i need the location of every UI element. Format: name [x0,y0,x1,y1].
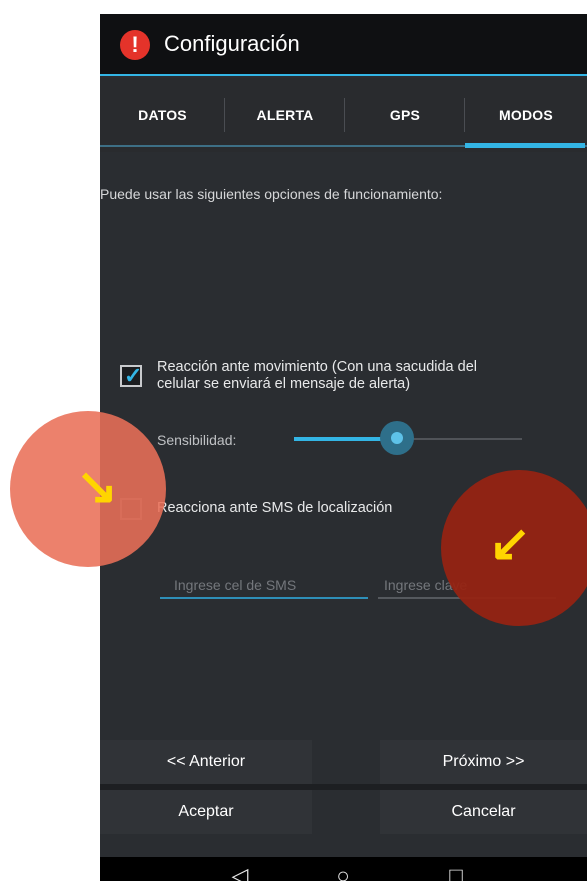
checkmark-icon: ✓ [124,363,143,388]
annotation-circle-left: ↘ [10,411,166,567]
next-button[interactable]: Próximo >> [380,740,587,784]
motion-reaction-line2: celular se enviará el mensaje de alerta) [157,376,411,392]
sms-phone-placeholder: Ingrese cel de SMS [174,577,297,593]
back-icon[interactable]: ◁ [210,857,270,881]
sms-reaction-label: Reacciona ante SMS de localización [157,500,393,516]
tab-active-indicator [465,143,585,148]
tab-datos[interactable]: DATOS [100,78,225,152]
accept-button[interactable]: Aceptar [100,790,312,834]
tab-label: ALERTA [256,107,314,123]
action-bar: ! Configuración [100,14,587,76]
action-bar-divider [100,74,587,76]
sensitivity-slider-thumb[interactable] [380,421,414,455]
previous-button[interactable]: << Anterior [100,740,312,784]
sms-phone-field[interactable]: Ingrese cel de SMS [160,569,368,599]
sms-phone-underline [160,597,368,599]
alert-icon: ! [120,30,150,60]
tab-alerta[interactable]: ALERTA [225,78,345,152]
arrow-down-left-icon: ↙ [489,515,531,571]
options-description: Puede usar las siguientes opciones de fu… [100,186,443,202]
arrow-down-right-icon: ↘ [76,458,118,514]
home-icon[interactable]: ○ [313,857,373,881]
phone-screen: ! Configuración DATOS ALERTA GPS MODOS P… [100,14,587,881]
motion-reaction-checkbox[interactable]: ✓ [120,363,143,388]
motion-reaction-label: Reacción ante movimiento (Con una sacudi… [157,359,477,393]
cancel-button[interactable]: Cancelar [380,790,587,834]
tab-gps[interactable]: GPS [345,78,465,152]
tab-label: MODOS [499,107,553,123]
annotation-circle-right: ↙ [441,470,587,626]
button-row-divider [100,784,587,790]
system-nav-bar: ◁ ○ □ [100,857,587,881]
tab-label: DATOS [138,107,187,123]
tab-label: GPS [389,107,421,123]
sensitivity-label: Sensibilidad: [157,432,237,448]
tab-modos[interactable]: MODOS [465,78,587,152]
recents-icon[interactable]: □ [426,857,486,881]
page-title: Configuración [164,31,300,56]
motion-reaction-line1: Reacción ante movimiento (Con una sacudi… [157,359,477,375]
tab-bar: DATOS ALERTA GPS MODOS [100,78,587,152]
